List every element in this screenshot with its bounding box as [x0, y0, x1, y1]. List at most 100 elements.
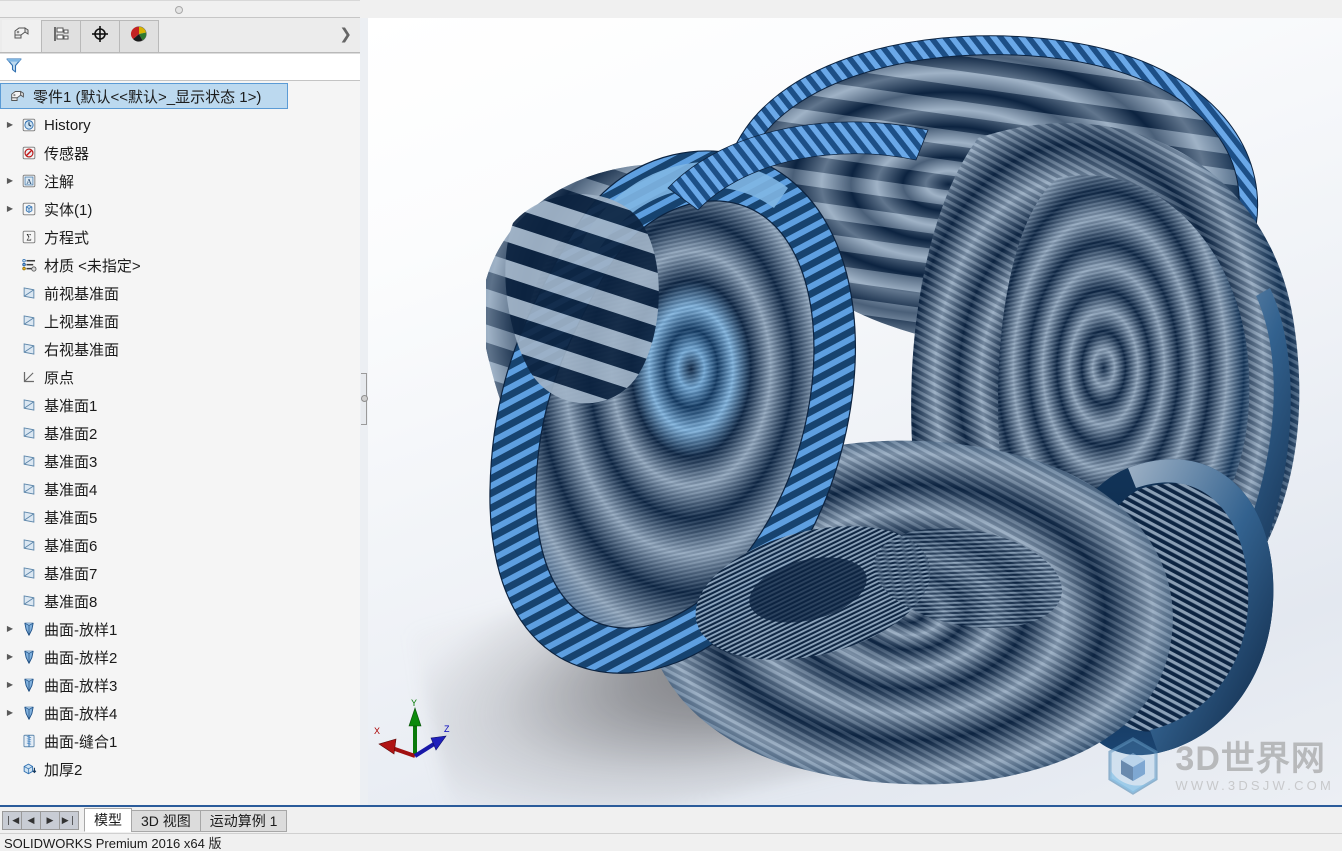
tree-item-label: History: [44, 116, 91, 134]
filter-funnel-icon[interactable]: [4, 55, 24, 80]
tree-item-label: 曲面-放样2: [44, 649, 118, 667]
tree-item[interactable]: ▶右视基准面: [0, 335, 360, 363]
expand-arrow-icon[interactable]: ▶: [2, 709, 18, 717]
plane-icon: [18, 536, 40, 554]
expand-panel-chevron-icon[interactable]: ❯: [339, 27, 352, 42]
feature-tree: 零件1 (默认<<默认>_显示状态 1>) ▶History▶传感器▶A注解▶实…: [0, 81, 360, 805]
knit-surface-icon: [18, 732, 40, 750]
tree-item-label: 注解: [44, 173, 75, 191]
tree-item[interactable]: ▶ 曲面-放样3: [0, 671, 360, 699]
tree-item-label: 曲面-放样1: [44, 621, 118, 639]
tree-item-label: 基准面4: [44, 481, 98, 499]
document-tab[interactable]: 模型: [84, 808, 132, 832]
tree-item[interactable]: ▶基准面8: [0, 587, 360, 615]
tree-item-label: 传感器: [44, 145, 90, 163]
solid-bodies-icon: [18, 200, 40, 218]
tree-item[interactable]: ▶前视基准面: [0, 279, 360, 307]
expand-arrow-icon[interactable]: ▶: [2, 121, 18, 129]
tab-nav-button-0[interactable]: ❘◀: [2, 810, 22, 830]
zebra-stripe-model[interactable]: [368, 18, 1342, 805]
document-tab[interactable]: 运动算例 1: [199, 810, 288, 832]
property-manager-icon: [51, 24, 71, 49]
lofted-surface-icon: [18, 648, 40, 666]
tree-item-label: 右视基准面: [44, 341, 120, 359]
feature-tree-icon: [12, 24, 32, 49]
tree-item[interactable]: ▶基准面3: [0, 447, 360, 475]
expand-arrow-icon[interactable]: ▶: [2, 205, 18, 213]
tree-item[interactable]: ▶ 曲面-放样4: [0, 699, 360, 727]
tree-item[interactable]: ▶ 曲面-放样2: [0, 643, 360, 671]
tree-item[interactable]: ▶Σ方程式: [0, 223, 360, 251]
tree-item[interactable]: ▶加厚2: [0, 755, 360, 783]
tree-item-label: 前视基准面: [44, 285, 120, 303]
document-tab[interactable]: 3D 视图: [131, 810, 201, 832]
plane-icon: [18, 340, 40, 358]
tree-item[interactable]: ▶ A 注解: [0, 167, 360, 195]
tab-nav-button-3[interactable]: ▶❘: [59, 810, 79, 830]
model-stage: [368, 18, 1342, 805]
annotations-icon: A: [18, 172, 40, 190]
plane-icon: [18, 284, 40, 302]
tree-filter-input[interactable]: [24, 56, 360, 78]
document-tabs: 模型 3D 视图 运动算例 1: [84, 808, 288, 832]
tree-item-label: 实体(1): [44, 201, 93, 219]
tree-root-item[interactable]: 零件1 (默认<<默认>_显示状态 1>): [0, 83, 288, 109]
tree-item-label: 基准面5: [44, 509, 98, 527]
tree-item[interactable]: ▶ History: [0, 111, 360, 139]
tree-item[interactable]: ▶基准面2: [0, 419, 360, 447]
tree-item-label: 曲面-放样4: [44, 705, 118, 723]
tree-item-label: 原点: [44, 369, 75, 387]
tab-nav-buttons: ❘◀ ◀ ▶ ▶❘: [2, 810, 79, 830]
triad-z-label: Z: [444, 724, 450, 734]
tree-item[interactable]: ▶基准面5: [0, 503, 360, 531]
plane-icon: [18, 508, 40, 526]
vertical-splitter[interactable]: [360, 18, 368, 805]
configuration-target-icon: [90, 24, 110, 49]
tree-item-label: 基准面2: [44, 425, 98, 443]
plane-icon: [18, 396, 40, 414]
tree-item[interactable]: ▶基准面1: [0, 391, 360, 419]
tab-configuration-manager[interactable]: [80, 20, 120, 52]
expand-arrow-icon[interactable]: ▶: [2, 681, 18, 689]
tree-item[interactable]: ▶基准面6: [0, 531, 360, 559]
plane-icon: [18, 564, 40, 582]
tab-display-manager[interactable]: [119, 20, 159, 52]
triad-x-label: X: [374, 726, 380, 736]
tab-nav-button-2[interactable]: ▶: [40, 810, 60, 830]
tree-item-label: 基准面6: [44, 537, 98, 555]
tree-item[interactable]: ▶基准面7: [0, 559, 360, 587]
display-manager-sphere-icon: [129, 24, 149, 49]
triad-y-label: Y: [411, 698, 417, 708]
tree-item[interactable]: ▶ 曲面-放样1: [0, 615, 360, 643]
equations-icon: Σ: [18, 228, 40, 246]
expand-arrow-icon[interactable]: ▶: [2, 653, 18, 661]
tree-item[interactable]: ▶传感器: [0, 139, 360, 167]
expand-arrow-icon[interactable]: ▶: [2, 177, 18, 185]
tree-item-label: 曲面-缝合1: [44, 733, 118, 751]
tab-property-manager[interactable]: [41, 20, 81, 52]
status-bar: SOLIDWORKS Premium 2016 x64 版: [0, 833, 1342, 851]
bottom-tab-bar: ❘◀ ◀ ▶ ▶❘ 模型 3D 视图 运动算例 1: [0, 805, 1342, 833]
origin-icon: [18, 368, 40, 386]
tree-item-label: 加厚2: [44, 761, 83, 779]
tree-item[interactable]: ▶上视基准面: [0, 307, 360, 335]
splitter-grip-dot[interactable]: [361, 395, 368, 402]
graphics-viewport[interactable]: Y X Z 3D世界网 WWW.3DSJW.COM: [368, 18, 1342, 805]
tab-feature-manager[interactable]: [2, 20, 42, 52]
solidworks-window: ❯ 零件1 (默认<<默认>_显示状态 1>) ▶ History 传感器 ▶ …: [0, 0, 1342, 851]
tree-item-label: 基准面1: [44, 397, 98, 415]
horizontal-splitter[interactable]: [0, 0, 360, 18]
tree-item[interactable]: ▶曲面-缝合1: [0, 727, 360, 755]
tree-root-label: 零件1 (默认<<默认>_显示状态 1>): [33, 88, 262, 106]
material-icon: [18, 256, 40, 274]
history-icon: [18, 116, 40, 134]
tree-item[interactable]: ▶基准面4: [0, 475, 360, 503]
sensor-icon: [18, 144, 40, 162]
expand-arrow-icon[interactable]: ▶: [2, 625, 18, 633]
splitter-handle-dot[interactable]: [175, 6, 183, 14]
tree-item-label: 上视基准面: [44, 313, 120, 331]
tree-item[interactable]: ▶材质 <未指定>: [0, 251, 360, 279]
tab-nav-button-1[interactable]: ◀: [21, 810, 41, 830]
tree-item[interactable]: ▶ 实体(1): [0, 195, 360, 223]
tree-item[interactable]: ▶原点: [0, 363, 360, 391]
